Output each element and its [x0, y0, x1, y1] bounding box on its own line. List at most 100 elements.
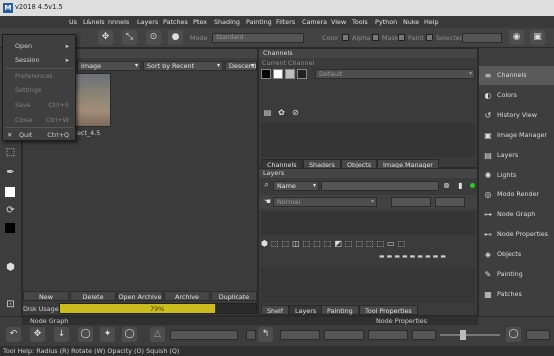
- menu-us[interactable]: Us: [69, 18, 77, 26]
- channel-dropdown[interactable]: Default ▾: [315, 69, 475, 79]
- right-panel-item-node-graph[interactable]: ⊶ Node Graph: [479, 205, 554, 224]
- channel-delete-icon[interactable]: ⊘: [290, 107, 301, 118]
- delete-project-button[interactable]: Delete: [70, 291, 116, 301]
- stamp-tool-icon[interactable]: ↰: [258, 327, 273, 342]
- file-menu-item-shortcut: Ctrl+Q: [47, 131, 69, 139]
- tool-option-field-5[interactable]: [526, 330, 550, 340]
- undo-icon[interactable]: ↶: [6, 327, 21, 342]
- channel-settings-icon[interactable]: ✿: [276, 107, 287, 118]
- right-panel-item-image-manager[interactable]: ▣ Image Manager: [479, 126, 554, 145]
- projects-order-dropdown[interactable]: Descending▾: [225, 61, 257, 71]
- layer-search-field[interactable]: [321, 181, 439, 191]
- layer-blend-dropdown[interactable]: Normal ▾: [273, 197, 377, 207]
- layer-opacity-field[interactable]: [391, 197, 431, 207]
- channel-swatch-grey[interactable]: [285, 69, 295, 79]
- tab-shelf[interactable]: Shelf: [261, 305, 290, 315]
- tab-tool-properties[interactable]: Tool Properties: [359, 305, 418, 315]
- projects-filter-dropdown[interactable]: Image ▾: [77, 61, 141, 71]
- right-panel-item-colors[interactable]: ◐ Colors: [479, 86, 554, 105]
- tab-layers[interactable]: Layers: [289, 305, 323, 315]
- file-menu-item-open[interactable]: Open ▸: [3, 39, 75, 53]
- light-icon[interactable]: ●: [168, 30, 183, 45]
- open-archive-button[interactable]: Open Archive: [117, 291, 163, 301]
- brush-size-field[interactable]: [246, 330, 256, 340]
- menu-help[interactable]: Help: [424, 18, 439, 26]
- clear-search-icon[interactable]: ⊗: [441, 180, 452, 191]
- right-panel-item-objects[interactable]: ◈ Objects: [479, 245, 554, 264]
- right-panel-item-layers[interactable]: ▤ Layers: [479, 146, 554, 165]
- right-panel-item-patches[interactable]: ▦ Patches: [479, 285, 554, 304]
- camera-icon[interactable]: ◉: [509, 30, 524, 45]
- move-tool-icon[interactable]: ✥: [30, 327, 45, 342]
- duplicate-project-button[interactable]: Duplicate: [211, 291, 257, 301]
- project-thumbnail[interactable]: [73, 73, 111, 127]
- right-panel-item-painting[interactable]: ✎ Painting: [479, 265, 554, 284]
- projects-sort-dropdown[interactable]: Sort by Recent ▾: [143, 61, 223, 71]
- menu-nuke[interactable]: Nuke: [403, 18, 419, 26]
- toggle-paint-checkbox[interactable]: [426, 34, 433, 41]
- menu-camera[interactable]: Camera: [302, 18, 327, 26]
- toggle-mask-checkbox[interactable]: [398, 34, 405, 41]
- tab-painting[interactable]: Painting: [321, 305, 359, 315]
- add-channel-icon[interactable]: ▤: [262, 107, 273, 118]
- select-tool-icon[interactable]: ⬚: [3, 145, 18, 160]
- menu-python[interactable]: Python: [375, 18, 397, 26]
- channel-swatch-white[interactable]: [273, 69, 283, 79]
- viewport-icon[interactable]: ▣: [530, 30, 545, 45]
- scale-icon[interactable]: ⤡: [122, 30, 137, 45]
- menu-filters[interactable]: Filters: [276, 18, 295, 26]
- menu-shading[interactable]: Shading: [214, 18, 240, 26]
- file-menu-item-quit[interactable]: Quit Ctrl+Q ✕: [3, 128, 75, 142]
- layer-lock-icon[interactable]: ☚: [262, 196, 273, 207]
- opacity-slider-handle[interactable]: [460, 330, 466, 340]
- menu-fragment-channels-2[interactable]: nnnels: [108, 18, 129, 26]
- layer-status-dot: [470, 183, 475, 188]
- right-panel-item-lights[interactable]: ✺ Lights: [479, 166, 554, 185]
- foreground-color-swatch[interactable]: [3, 185, 18, 200]
- toggle-color-checkbox[interactable]: [342, 34, 349, 41]
- opacity-slider-track[interactable]: [440, 334, 500, 336]
- target-icon[interactable]: ⊙: [146, 30, 161, 45]
- tool-option-field-4[interactable]: [412, 330, 436, 340]
- ring-tool-icon[interactable]: ◯: [122, 327, 137, 342]
- viewport-toggle-icon[interactable]: ⊡: [3, 297, 18, 312]
- menu-painting[interactable]: Painting: [246, 18, 272, 26]
- eyedropper-icon[interactable]: ✒: [3, 165, 18, 180]
- right-panel-item-modo-render[interactable]: ◎ Modo Render: [479, 185, 554, 204]
- warning-icon[interactable]: △: [150, 327, 165, 342]
- tool-option-field-2[interactable]: [324, 330, 364, 340]
- channel-swatch-dark[interactable]: [297, 69, 307, 79]
- toggle-alpha-checkbox[interactable]: [372, 34, 379, 41]
- file-menu: Open ▸ Session ▸ Preferences Settings Save Ctrl…: [2, 34, 76, 141]
- menu-tools[interactable]: Tools: [352, 18, 368, 26]
- menu-fragment-channels[interactable]: L&nels: [83, 18, 105, 26]
- layer-view-icon[interactable]: ▮: [455, 180, 466, 191]
- tool-option-field-1[interactable]: [280, 330, 320, 340]
- menu-view[interactable]: View: [331, 18, 346, 26]
- right-panel-item-node-properties[interactable]: ⊷ Node Properties: [479, 225, 554, 244]
- archive-project-button[interactable]: Archive: [164, 291, 210, 301]
- channel-swatch-black[interactable]: [261, 69, 271, 79]
- background-color-swatch[interactable]: [3, 221, 18, 236]
- layers-header: Layers: [259, 169, 477, 178]
- transform-icon[interactable]: ✦: [100, 327, 115, 342]
- menu-ptex[interactable]: Ptex: [193, 18, 207, 26]
- circle-tool-icon[interactable]: ◯: [78, 327, 93, 342]
- move-icon[interactable]: ✥: [98, 30, 113, 45]
- stamp-icon[interactable]: ⬢: [3, 260, 18, 275]
- brush-dropdown[interactable]: [170, 330, 238, 340]
- new-project-button[interactable]: New: [23, 291, 69, 301]
- arrow-down-icon[interactable]: ↓: [54, 327, 69, 342]
- file-menu-item-session[interactable]: Session ▸: [3, 53, 75, 67]
- layer-filter-dropdown[interactable]: Name ▾: [273, 181, 319, 191]
- selected-field[interactable]: [462, 33, 502, 43]
- menu-layers[interactable]: Layers: [137, 18, 158, 26]
- swap-colors-icon[interactable]: ⟳: [3, 203, 18, 218]
- layer-opacity-slider[interactable]: [435, 197, 465, 207]
- tool-option-field-3[interactable]: [368, 330, 408, 340]
- right-panel-item-history-view[interactable]: ↺ History View: [479, 106, 554, 125]
- right-panel-item-channels[interactable]: ≡ Channels: [479, 66, 554, 85]
- menu-patches[interactable]: Patches: [163, 18, 188, 26]
- ring-settings-icon[interactable]: ◯: [506, 327, 521, 342]
- mode-dropdown[interactable]: Standard: [212, 33, 304, 43]
